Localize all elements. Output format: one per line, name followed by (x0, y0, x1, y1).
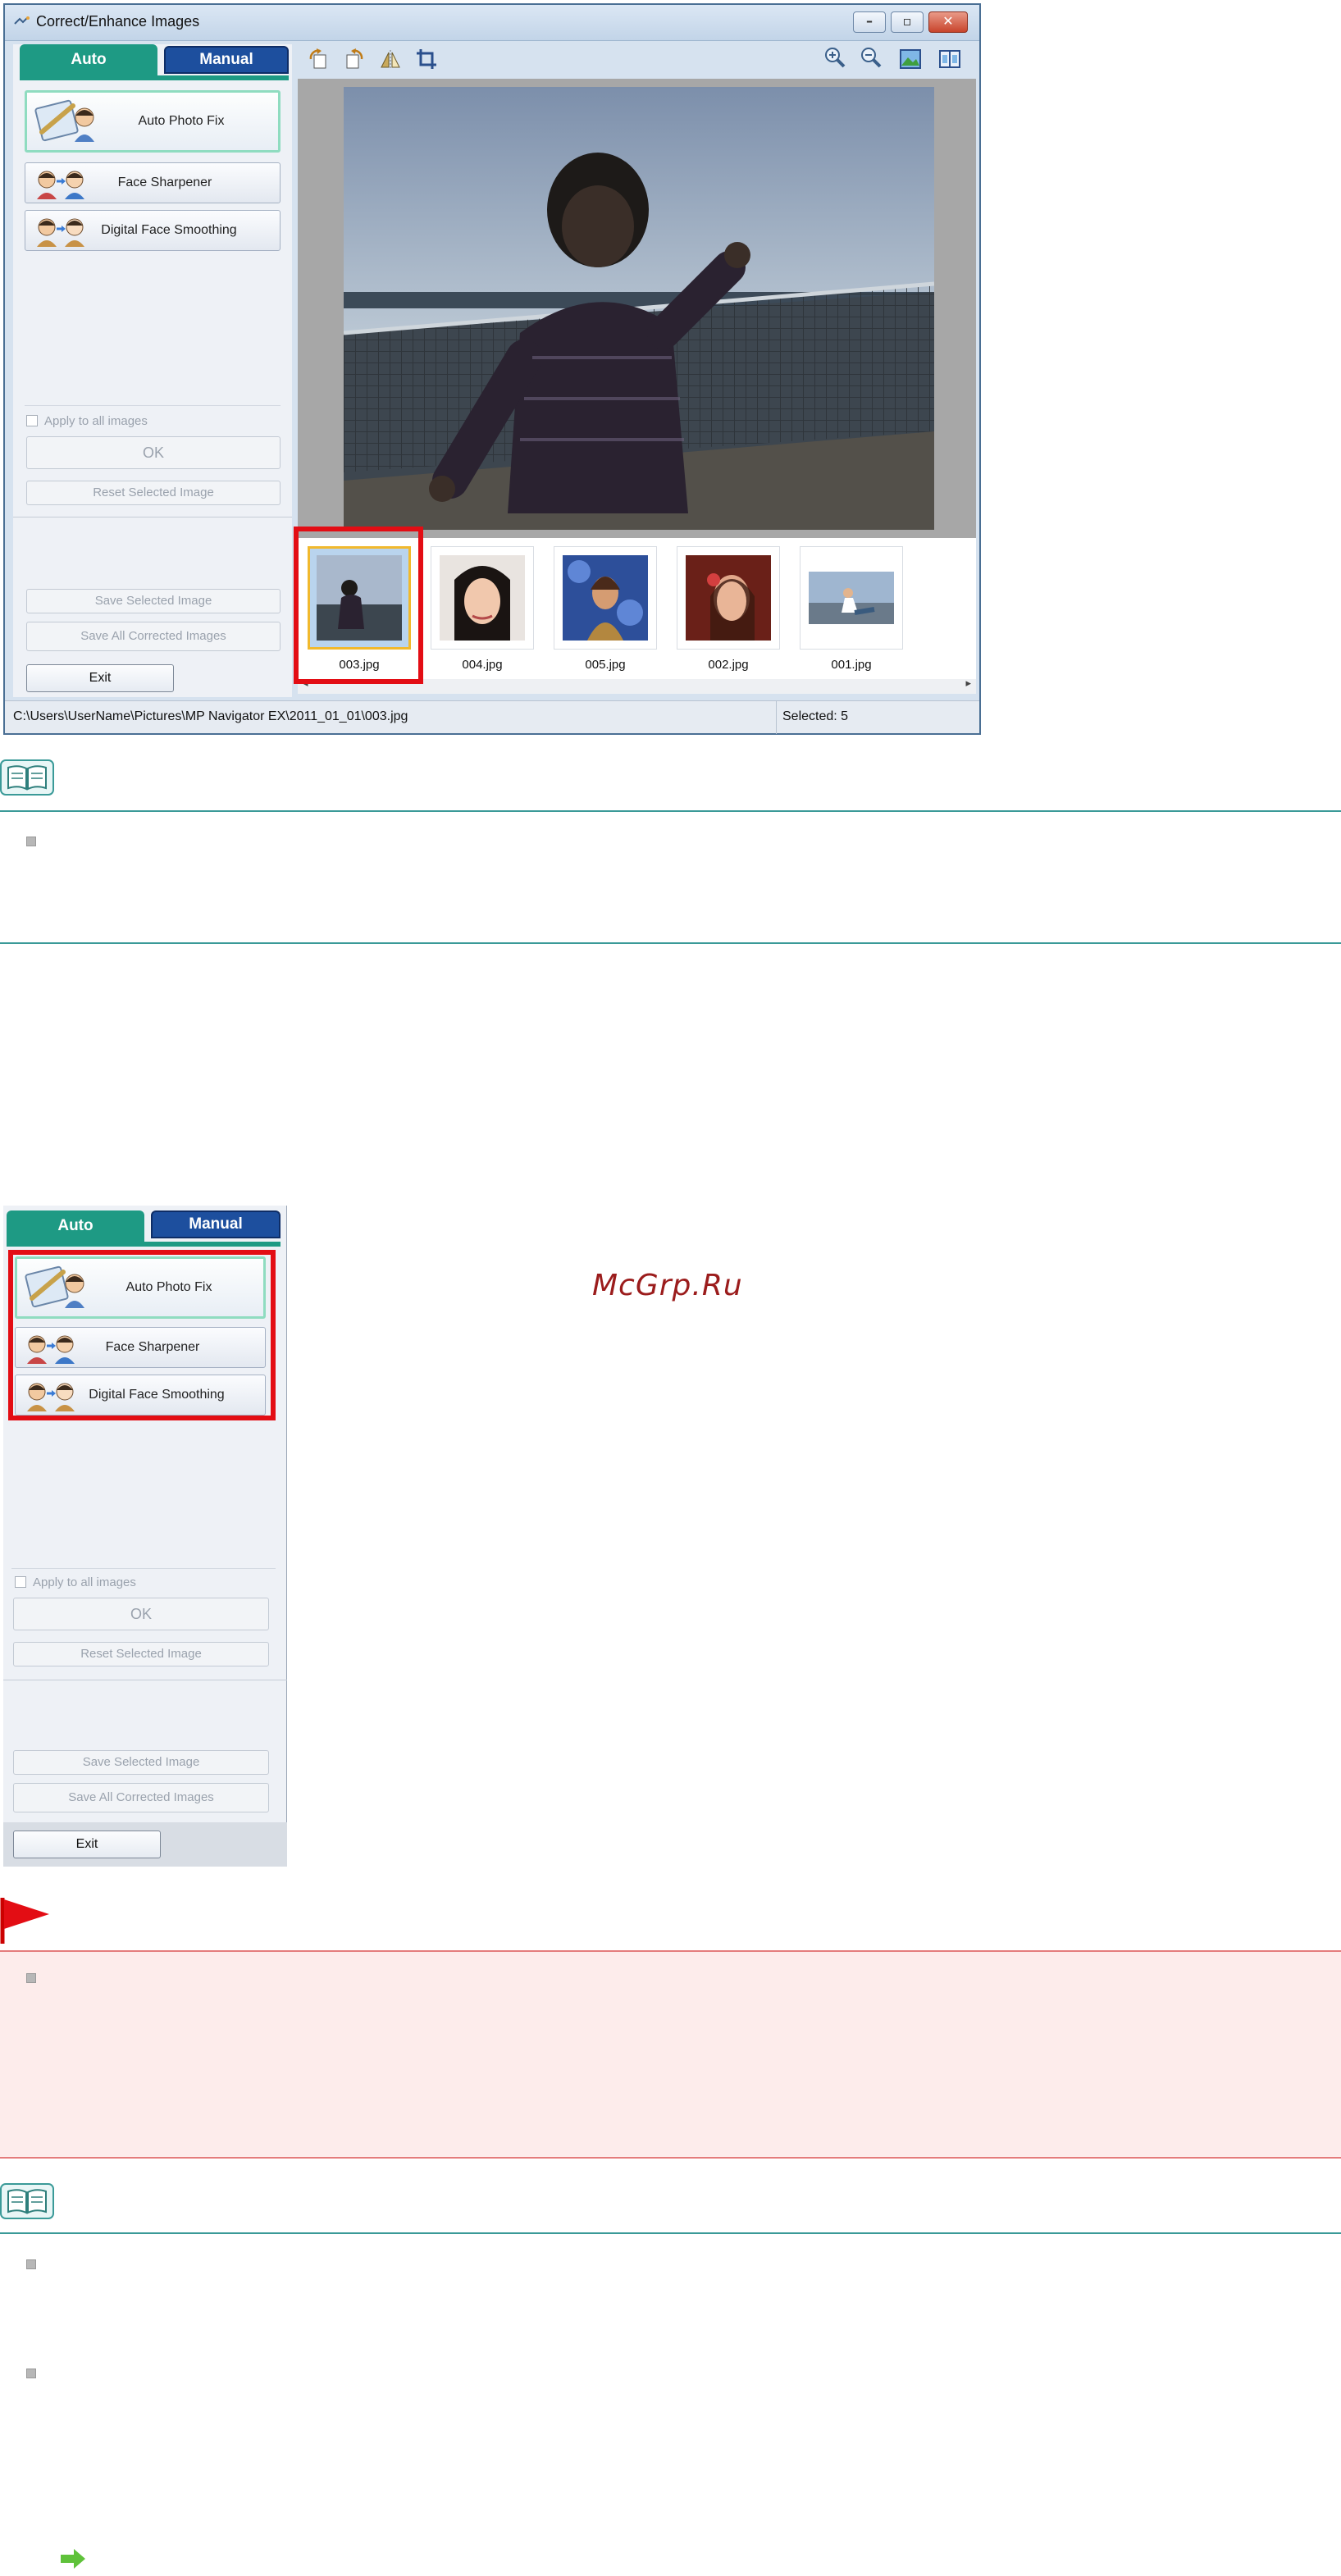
bullet-icon (26, 837, 36, 846)
thumbnail-004[interactable] (431, 546, 534, 650)
apply-all-label: Apply to all images (33, 1575, 136, 1589)
tab-manual[interactable]: Manual (151, 1210, 281, 1238)
restore-icon: ▫ (902, 13, 912, 29)
scroll-right-icon[interactable]: ▸ (965, 677, 971, 690)
view-full-screen-icon[interactable] (899, 48, 922, 71)
compare-icon[interactable] (938, 48, 961, 71)
manual-page: Correct/Enhance Images – ▫ ✕ Auto Manual… (0, 0, 1341, 2576)
tab-underline (20, 75, 289, 80)
tab-auto[interactable]: Auto (7, 1210, 144, 1242)
thumbnail-005[interactable] (554, 546, 657, 650)
important-flag-icon (0, 1898, 49, 1944)
apply-all-label: Apply to all images (44, 414, 148, 428)
face-sharpener-button[interactable]: Face Sharpener (25, 162, 281, 203)
face-sharpener-label: Face Sharpener (117, 176, 212, 189)
exit-button[interactable]: Exit (13, 1831, 161, 1858)
thumbnail-001[interactable] (800, 546, 903, 650)
highlight-box (8, 1250, 276, 1420)
auto-photo-fix-button[interactable]: Auto Photo Fix (25, 90, 281, 153)
restore-button[interactable]: ▫ (891, 11, 924, 33)
save-all-corrected-images-button[interactable]: Save All Corrected Images (26, 622, 281, 651)
window-title: Correct/Enhance Images (36, 13, 200, 30)
close-button[interactable]: ✕ (928, 11, 968, 33)
tab-underline (7, 1242, 281, 1247)
thumbnail-caption: 002.jpg (708, 658, 749, 672)
auto-photo-fix-label: Auto Photo Fix (138, 114, 225, 128)
save-all-corrected-images-button[interactable]: Save All Corrected Images (13, 1783, 269, 1812)
file-path: C:\Users\UserName\Pictures\MP Navigator … (13, 709, 408, 723)
reset-selected-image-button[interactable]: Reset Selected Image (26, 481, 281, 505)
invert-icon[interactable] (379, 48, 402, 71)
rotate-right-icon[interactable] (343, 48, 366, 71)
status-bar: C:\Users\UserName\Pictures\MP Navigator … (5, 700, 979, 734)
save-selected-image-button[interactable]: Save Selected Image (26, 589, 281, 613)
preview-area (298, 79, 976, 538)
divider (776, 701, 777, 734)
note-rule (0, 810, 1341, 812)
digital-face-smoothing-button[interactable]: Digital Face Smoothing (25, 210, 281, 251)
thumbnail-caption: 005.jpg (585, 658, 626, 672)
close-icon: ✕ (942, 13, 954, 29)
preview-image (344, 87, 934, 530)
highlight-box (294, 527, 423, 684)
left-pane: Auto Manual Auto Photo Fix Face Sharpene… (13, 44, 292, 697)
apply-all-checkbox[interactable] (15, 1576, 26, 1588)
link-arrow-icon[interactable] (59, 2547, 87, 2570)
minimize-icon: – (866, 13, 873, 29)
apply-all-checkbox[interactable] (26, 415, 38, 426)
exit-button[interactable]: Exit (26, 664, 174, 692)
zoom-out-icon[interactable] (860, 46, 883, 69)
bullet-icon (26, 1973, 36, 1983)
ok-button[interactable]: OK (26, 436, 281, 469)
divider (11, 1568, 276, 1569)
save-selected-image-button[interactable]: Save Selected Image (13, 1750, 269, 1775)
note-icon (0, 2183, 54, 2219)
correct-enhance-window: Correct/Enhance Images – ▫ ✕ Auto Manual… (3, 3, 981, 735)
minimize-button[interactable]: – (853, 11, 886, 33)
app-icon (14, 16, 30, 25)
watermark: McGrp.Ru (592, 1269, 743, 1302)
note-rule (0, 2232, 1341, 2234)
bullet-icon (26, 2369, 36, 2378)
title-bar: Correct/Enhance Images – ▫ ✕ (5, 5, 979, 41)
ok-button[interactable]: OK (13, 1598, 269, 1630)
bullet-icon (26, 2259, 36, 2269)
thumbnail-caption: 004.jpg (462, 658, 503, 672)
tab-manual[interactable]: Manual (164, 46, 289, 74)
thumbnail-002[interactable] (677, 546, 780, 650)
rotate-left-icon[interactable] (307, 48, 330, 71)
tab-auto[interactable]: Auto (20, 44, 157, 75)
thumbnail-caption: 001.jpg (831, 658, 872, 672)
zoom-in-icon[interactable] (823, 46, 846, 69)
note-icon (0, 759, 54, 796)
important-box (0, 1950, 1341, 2159)
reset-selected-image-button[interactable]: Reset Selected Image (13, 1642, 269, 1666)
trim-icon[interactable] (415, 48, 438, 71)
divider (25, 405, 281, 406)
digital-face-smoothing-label: Digital Face Smoothing (101, 223, 237, 237)
note-rule (0, 942, 1341, 944)
selected-count: Selected: 5 (782, 709, 849, 723)
